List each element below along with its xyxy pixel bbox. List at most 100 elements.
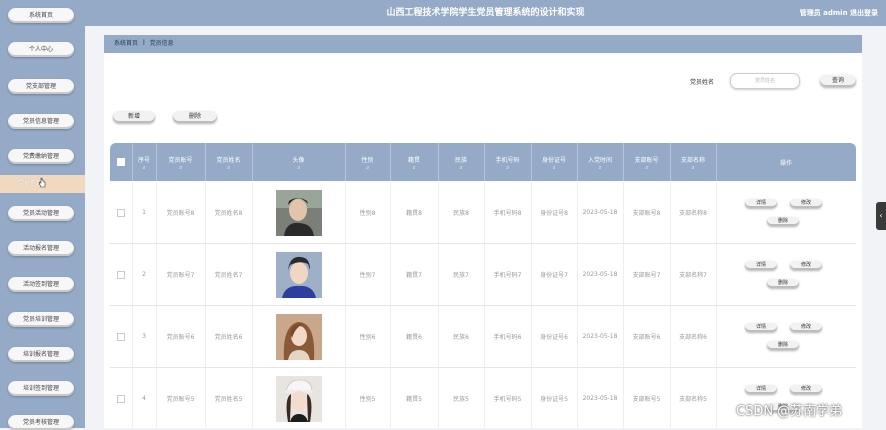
sidebar-item-training-signup[interactable]: 培训报名管理 — [8, 347, 74, 362]
row-select[interactable] — [110, 244, 133, 305]
row-select[interactable] — [110, 306, 133, 367]
header-origin[interactable]: 籍贯 ⇵ — [390, 143, 439, 181]
row-checkbox[interactable] — [117, 208, 125, 217]
cell-branch-name: 支部名称5 — [670, 368, 717, 428]
sidebar-item-activity-checkin[interactable]: 活动签到管理 — [8, 277, 74, 292]
cell-joined: 2023-05-18 — [577, 182, 624, 243]
cell-joined: 2023-05-18 — [577, 368, 624, 428]
header-phone[interactable]: 手机号码 ⇵ — [484, 143, 532, 181]
table-row: 4 党员账号5 党员姓名5 性别5 籍贯5 民族5 手机号码5 身份证号5 20… — [110, 368, 856, 428]
header-branch-name[interactable]: 支部名称 ⇵ — [670, 143, 717, 181]
header-no[interactable]: 序号 ⇵ — [132, 143, 157, 181]
cell-branch-account: 支部账号5 — [623, 368, 671, 428]
header-label: 民族 — [454, 156, 467, 164]
sort-icon: ⇵ — [142, 164, 146, 170]
row-checkbox[interactable] — [117, 270, 125, 279]
cell-account: 党员账号6 — [156, 306, 206, 367]
select-all-checkbox[interactable] — [117, 158, 125, 166]
sidebar-item-home[interactable]: 系统首页 — [8, 8, 74, 23]
header-label: 手机号码 — [495, 156, 520, 164]
sidebar-item-active[interactable]: 党员信息 — [0, 175, 85, 193]
edit-button[interactable]: 修改 — [790, 199, 822, 208]
sidebar-item-profile[interactable]: 个人中心 — [8, 42, 74, 57]
cell-idcard: 身份证号7 — [531, 244, 578, 305]
edit-button[interactable]: 修改 — [790, 385, 822, 394]
cell-branch-account: 支部账号6 — [623, 306, 671, 367]
cell-gender: 性别7 — [345, 244, 391, 305]
header-label: 支部账号 — [634, 156, 659, 164]
avatar-image[interactable] — [275, 189, 322, 236]
cell-no: 3 — [132, 306, 157, 367]
app-title: 山西工程技术学院学生党员管理系统的设计和实现 — [386, 8, 585, 18]
cell-branch-name: 支部名称6 — [670, 306, 717, 367]
sidebar-item-branch[interactable]: 党支部管理 — [8, 79, 74, 94]
header-joined[interactable]: 入党时间 ⇵ — [577, 143, 624, 181]
panel-collapse-handle[interactable]: ‹ — [876, 202, 886, 230]
cell-no: 1 — [132, 182, 157, 243]
remove-button[interactable]: 删除 — [767, 341, 799, 350]
table-header: 序号 ⇵ 党员账号 ⇵ 党员姓名 ⇵ 头像 ⇵ 性别 ⇵ 籍贯 ⇵ 民族 ⇵ 手机号码 ⇵ 身份… — [110, 143, 856, 181]
header-branch-account[interactable]: 支部账号 ⇵ — [623, 143, 671, 181]
sidebar-item-activities[interactable]: 党员活动管理 — [8, 206, 74, 221]
detail-button[interactable]: 详情 — [745, 385, 777, 394]
header-select-all[interactable] — [110, 143, 133, 181]
breadcrumb-home[interactable]: 系统首页 — [114, 40, 138, 47]
detail-button[interactable]: 详情 — [745, 323, 777, 332]
sidebar-active-label: 党员信息 — [18, 180, 43, 187]
search-label: 党员姓名 — [690, 79, 715, 86]
header-account[interactable]: 党员账号 ⇵ — [156, 143, 206, 181]
header-ethnic[interactable]: 民族 ⇵ — [438, 143, 485, 181]
cell-branch-name: 支部名称7 — [670, 244, 717, 305]
cell-gender: 性别5 — [345, 368, 391, 428]
header-label: 党员姓名 — [216, 156, 241, 164]
row-select[interactable] — [110, 368, 133, 428]
user-logout[interactable]: 管理员 admin 退出登录 — [800, 0, 878, 26]
cell-phone: 手机号码6 — [484, 306, 532, 367]
cell-idcard: 身份证号6 — [531, 306, 578, 367]
search-input[interactable]: 党员姓名 — [730, 73, 800, 89]
edit-button[interactable]: 修改 — [790, 261, 822, 270]
header-label: 身份证号 — [541, 156, 566, 164]
cell-phone: 手机号码8 — [484, 182, 532, 243]
cell-phone: 手机号码7 — [484, 244, 532, 305]
delete-button[interactable]: 删除 — [173, 111, 217, 123]
breadcrumb-current: 党员信息 — [149, 40, 174, 47]
sort-icon: ⇵ — [459, 164, 463, 170]
sort-icon: ⇵ — [178, 164, 183, 170]
row-select[interactable] — [110, 182, 133, 243]
header-label: 入党时间 — [587, 156, 612, 164]
sidebar-item-training-checkin[interactable]: 培训签到管理 — [8, 381, 74, 396]
remove-button[interactable]: 删除 — [767, 217, 799, 226]
member-table: 序号 ⇵ 党员账号 ⇵ 党员姓名 ⇵ 头像 ⇵ 性别 ⇵ 籍贯 ⇵ 民族 ⇵ 手机号码 ⇵ 身份… — [110, 143, 856, 428]
search-button[interactable]: 查询 — [820, 75, 856, 87]
breadcrumb-separator: ꟾ — [142, 40, 145, 47]
add-button[interactable]: 新增 — [113, 111, 155, 123]
avatar-image[interactable] — [275, 375, 322, 422]
detail-button[interactable]: 详情 — [745, 261, 777, 270]
avatar-image[interactable] — [275, 251, 322, 298]
sidebar-item-dues[interactable]: 党费缴纳管理 — [8, 149, 74, 164]
breadcrumb: 系统首页 ꟾ 党员信息 — [104, 35, 862, 53]
header-name[interactable]: 党员姓名 ⇵ — [205, 143, 253, 181]
avatar-image[interactable] — [275, 313, 322, 360]
watermark: CSDN @苏南学弟 — [736, 404, 843, 419]
cell-account: 党员账号7 — [156, 244, 206, 305]
header-idcard[interactable]: 身份证号 ⇵ — [531, 143, 578, 181]
remove-button[interactable]: 删除 — [767, 279, 799, 288]
cell-gender: 性别6 — [345, 306, 391, 367]
sidebar-item-activity-signup[interactable]: 活动报名管理 — [8, 241, 74, 256]
header-label: 序号 — [137, 156, 150, 164]
cell-gender: 性别8 — [345, 182, 391, 243]
edit-button[interactable]: 修改 — [790, 323, 822, 332]
header-gender[interactable]: 性别 ⇵ — [345, 143, 391, 181]
cell-origin: 籍贯8 — [390, 182, 439, 243]
cell-ethnic: 民族7 — [438, 244, 485, 305]
row-checkbox[interactable] — [117, 394, 125, 403]
header-avatar[interactable]: 头像 ⇵ — [252, 143, 346, 181]
sidebar-item-training[interactable]: 党员培训管理 — [8, 312, 74, 327]
sidebar-item-member-info[interactable]: 党员信息管理 — [8, 114, 74, 129]
row-checkbox[interactable] — [117, 332, 125, 341]
detail-button[interactable]: 详情 — [745, 199, 777, 208]
cell-joined: 2023-05-18 — [577, 306, 624, 367]
cell-branch-account: 支部账号7 — [623, 244, 671, 305]
